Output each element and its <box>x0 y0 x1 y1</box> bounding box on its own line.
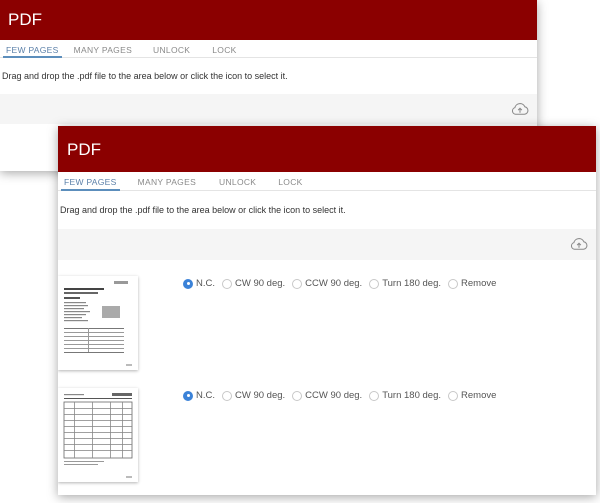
tab-unlock[interactable]: UNLOCK <box>219 172 256 190</box>
instructions-text: Drag and drop the .pdf file to the area … <box>60 205 346 215</box>
drop-zone[interactable] <box>0 94 537 124</box>
page-thumbnail <box>58 276 138 370</box>
tab-lock[interactable]: LOCK <box>278 172 302 190</box>
main-window: PDF FEW PAGES MANY PAGES UNLOCK LOCK Dra… <box>58 126 596 495</box>
instructions-text: Drag and drop the .pdf file to the area … <box>2 71 288 81</box>
option-label: Remove <box>461 278 497 289</box>
page-thumbnail <box>58 388 138 482</box>
tab-few-pages[interactable]: FEW PAGES <box>61 172 120 191</box>
option-remove[interactable]: Remove <box>448 390 496 401</box>
option-turn180[interactable]: Turn 180 deg. <box>369 278 441 289</box>
tab-unlock[interactable]: UNLOCK <box>153 40 190 57</box>
tab-bar: FEW PAGES MANY PAGES UNLOCK LOCK <box>58 172 596 191</box>
app-header: PDF <box>58 126 596 172</box>
app-title: PDF <box>8 10 42 29</box>
tab-many-pages[interactable]: MANY PAGES <box>138 172 196 190</box>
rotation-options: N.C. CW 90 deg. CCW 90 deg. Turn 180 deg… <box>183 278 503 289</box>
radio-cw90[interactable] <box>222 390 232 401</box>
file-row: N.C. CW 90 deg. CCW 90 deg. Turn 180 deg… <box>58 276 596 374</box>
option-ccw90[interactable]: CCW 90 deg. <box>292 390 362 401</box>
radio-turn180[interactable] <box>369 278 380 289</box>
option-remove[interactable]: Remove <box>448 278 496 289</box>
option-label: N.C. <box>196 278 215 289</box>
tab-few-pages[interactable]: FEW PAGES <box>3 40 62 58</box>
option-nc[interactable]: N.C. <box>183 278 215 289</box>
option-turn180[interactable]: Turn 180 deg. <box>369 390 441 401</box>
drop-zone[interactable] <box>58 229 596 260</box>
option-label: CW 90 deg. <box>235 278 286 289</box>
radio-remove[interactable] <box>448 390 459 401</box>
page-thumbnail-icon <box>64 281 132 366</box>
radio-ccw90[interactable] <box>292 278 303 289</box>
rotation-options: N.C. CW 90 deg. CCW 90 deg. Turn 180 deg… <box>183 390 503 401</box>
radio-nc[interactable] <box>183 390 193 401</box>
option-label: N.C. <box>196 390 215 401</box>
option-label: Turn 180 deg. <box>382 278 442 289</box>
option-label: CCW 90 deg. <box>305 390 363 401</box>
app-header: PDF <box>0 0 537 40</box>
option-label: CCW 90 deg. <box>305 278 363 289</box>
option-label: Remove <box>461 390 497 401</box>
option-ccw90[interactable]: CCW 90 deg. <box>292 278 362 289</box>
cloud-upload-icon[interactable] <box>511 102 529 116</box>
cloud-upload-icon[interactable] <box>570 237 588 251</box>
option-label: Turn 180 deg. <box>382 390 442 401</box>
page-thumbnail-icon <box>63 393 133 478</box>
radio-remove[interactable] <box>448 278 459 289</box>
app-title: PDF <box>67 140 101 159</box>
tab-many-pages[interactable]: MANY PAGES <box>74 40 132 57</box>
option-cw90[interactable]: CW 90 deg. <box>222 390 285 401</box>
option-label: CW 90 deg. <box>235 390 286 401</box>
radio-cw90[interactable] <box>222 278 232 289</box>
tab-lock[interactable]: LOCK <box>212 40 236 57</box>
radio-ccw90[interactable] <box>292 390 303 401</box>
file-row: N.C. CW 90 deg. CCW 90 deg. Turn 180 deg… <box>58 388 596 486</box>
option-nc[interactable]: N.C. <box>183 390 215 401</box>
tab-bar: FEW PAGES MANY PAGES UNLOCK LOCK <box>0 40 537 58</box>
radio-turn180[interactable] <box>369 390 380 401</box>
option-cw90[interactable]: CW 90 deg. <box>222 278 285 289</box>
radio-nc[interactable] <box>183 278 193 289</box>
